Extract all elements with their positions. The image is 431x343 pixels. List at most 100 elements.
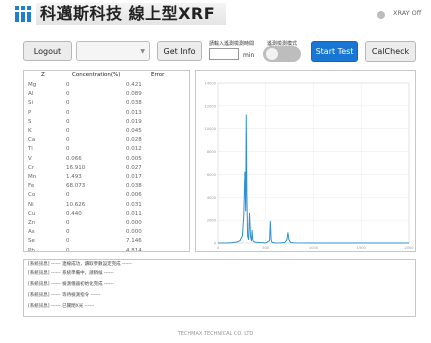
app-title: 科邁斯科技 線上型XRF: [40, 4, 216, 23]
element-cell: Zn: [28, 220, 36, 226]
concentration-cell: 1.493: [66, 174, 82, 180]
table-row: K 0 0.045: [24, 128, 184, 137]
get-info-button[interactable]: Get Info: [157, 41, 202, 61]
concentration-cell: 0: [66, 137, 70, 144]
element-cell: Ni: [28, 201, 34, 208]
error-cell: 0.000: [126, 229, 142, 236]
x-tick-label: 0: [217, 246, 220, 250]
y-tick-label: 4000: [207, 196, 217, 200]
results-table: Z Concentration(%) Error Mg 0 0.421 Al 0 0.08…: [23, 70, 190, 252]
table-header: Z Concentration(%) Error: [24, 72, 189, 81]
element-cell: V: [28, 155, 32, 162]
logout-button[interactable]: Logout: [23, 41, 72, 61]
test-mode-toggle[interactable]: [263, 46, 301, 62]
test-time-unit: min: [243, 52, 255, 59]
concentration-cell: 0: [66, 146, 70, 153]
element-cell: Si: [28, 100, 34, 107]
table-row: Si 0 0.038: [24, 100, 184, 109]
x-tick-label: 2000: [404, 246, 414, 250]
table-row: Se 0 7.146: [24, 238, 184, 247]
concentration-cell: 0: [66, 109, 70, 116]
error-cell: 0.011: [126, 210, 142, 217]
element-cell: P: [28, 109, 32, 116]
column-header-z: Z: [41, 72, 45, 78]
calcheck-button[interactable]: CalCheck: [365, 41, 416, 62]
xray-status-indicator-icon: [377, 11, 385, 19]
error-cell: 4.814: [126, 247, 142, 252]
table-row: P 0 0.013: [24, 110, 184, 119]
element-cell: Se: [28, 238, 35, 245]
log-line: [系統訊息] ------ 等待檢測指令 ------: [28, 293, 101, 298]
error-cell: 0.005: [126, 155, 142, 162]
element-cell: Mn: [28, 174, 37, 180]
table-row: V 0.066 0.005: [24, 156, 184, 165]
log-line: [系統訊息] ------ 系統準備中，請稍候 ------: [28, 271, 114, 276]
concentration-cell: 0: [66, 192, 70, 199]
column-header-error: Error: [151, 72, 165, 78]
element-cell: Cu: [28, 210, 36, 217]
concentration-cell: 0: [66, 82, 70, 88]
error-cell: 0.089: [126, 91, 142, 98]
table-row: S 0 0.019: [24, 119, 184, 128]
y-tick-label: 6000: [207, 173, 217, 177]
y-tick-label: 0: [214, 242, 217, 246]
concentration-cell: 0: [66, 118, 70, 125]
concentration-cell: 0.066: [66, 155, 82, 162]
concentration-cell: 0: [66, 220, 70, 226]
table-row: Ni 10.626 0.031: [24, 202, 184, 211]
element-cell: K: [28, 128, 32, 134]
company-logo-icon: [15, 6, 31, 22]
log-line: [系統訊息] ------ 檢測儀器初始化完成 ------: [28, 282, 114, 287]
x-tick-label: 1000: [309, 246, 319, 250]
y-tick-label: 12000: [205, 104, 217, 108]
element-cell: Fe: [28, 183, 35, 190]
table-row: Ti 0 0.012: [24, 146, 184, 155]
x-tick-label: 1500: [357, 246, 367, 250]
start-test-button[interactable]: Start Test: [311, 41, 358, 62]
element-cell: Mg: [28, 82, 37, 88]
chevron-down-icon: ▼: [140, 48, 145, 55]
error-cell: 0.012: [126, 146, 142, 153]
error-cell: 0.019: [126, 118, 142, 125]
element-cell: Ca: [28, 137, 36, 144]
element-cell: Cr: [28, 164, 35, 171]
concentration-cell: 0: [66, 128, 70, 134]
table-row: Co 0 0.006: [24, 192, 184, 201]
table-row: Zn 0 0.000: [24, 220, 184, 229]
table-row: Pb 0 4.814: [24, 247, 184, 252]
x-tick-label: 500: [262, 246, 270, 250]
concentration-cell: 0: [66, 247, 70, 252]
error-cell: 0.000: [126, 220, 142, 226]
element-cell: Co: [28, 192, 36, 199]
element-cell: As: [28, 229, 35, 236]
concentration-cell: 0.440: [66, 210, 82, 217]
error-cell: 0.045: [126, 128, 142, 134]
concentration-cell: 0: [66, 100, 70, 107]
table-row: Al 0 0.089: [24, 91, 184, 100]
company-footer: TECHMAX TECHNICAL CO. LTD: [177, 331, 254, 337]
test-time-input[interactable]: [209, 48, 239, 60]
concentration-cell: 0: [66, 238, 70, 245]
spectrum-chart-panel: 0 2000 4000 6000 8000 10000 12000 14000 0 500 1000…: [195, 70, 416, 252]
concentration-cell: 10.626: [66, 201, 86, 208]
element-cell: S: [28, 118, 32, 125]
column-header-concentration: Concentration(%): [72, 72, 121, 78]
log-line: [系統訊息] ------ 已關閉X光 ------: [28, 304, 95, 309]
table-row: As 0 0.000: [24, 229, 184, 238]
element-cell: Al: [28, 91, 34, 98]
concentration-cell: 16.910: [66, 164, 86, 171]
error-cell: 0.421: [126, 82, 142, 88]
error-cell: 7.146: [126, 238, 142, 245]
error-cell: 0.017: [126, 174, 142, 180]
toggle-knob: [266, 48, 278, 60]
table-row: Ca 0 0.028: [24, 137, 184, 146]
test-time-label: 請輸入遙測檢測時間: [209, 41, 255, 47]
error-cell: 0.031: [126, 201, 142, 208]
table-row: Fe 68.073 0.038: [24, 183, 184, 192]
element-cell: Pb: [28, 247, 35, 252]
y-tick-label: 10000: [205, 127, 217, 131]
error-cell: 0.013: [126, 109, 142, 116]
concentration-cell: 0: [66, 229, 70, 236]
error-cell: 0.038: [126, 100, 142, 107]
device-select[interactable]: ▼: [76, 41, 150, 61]
